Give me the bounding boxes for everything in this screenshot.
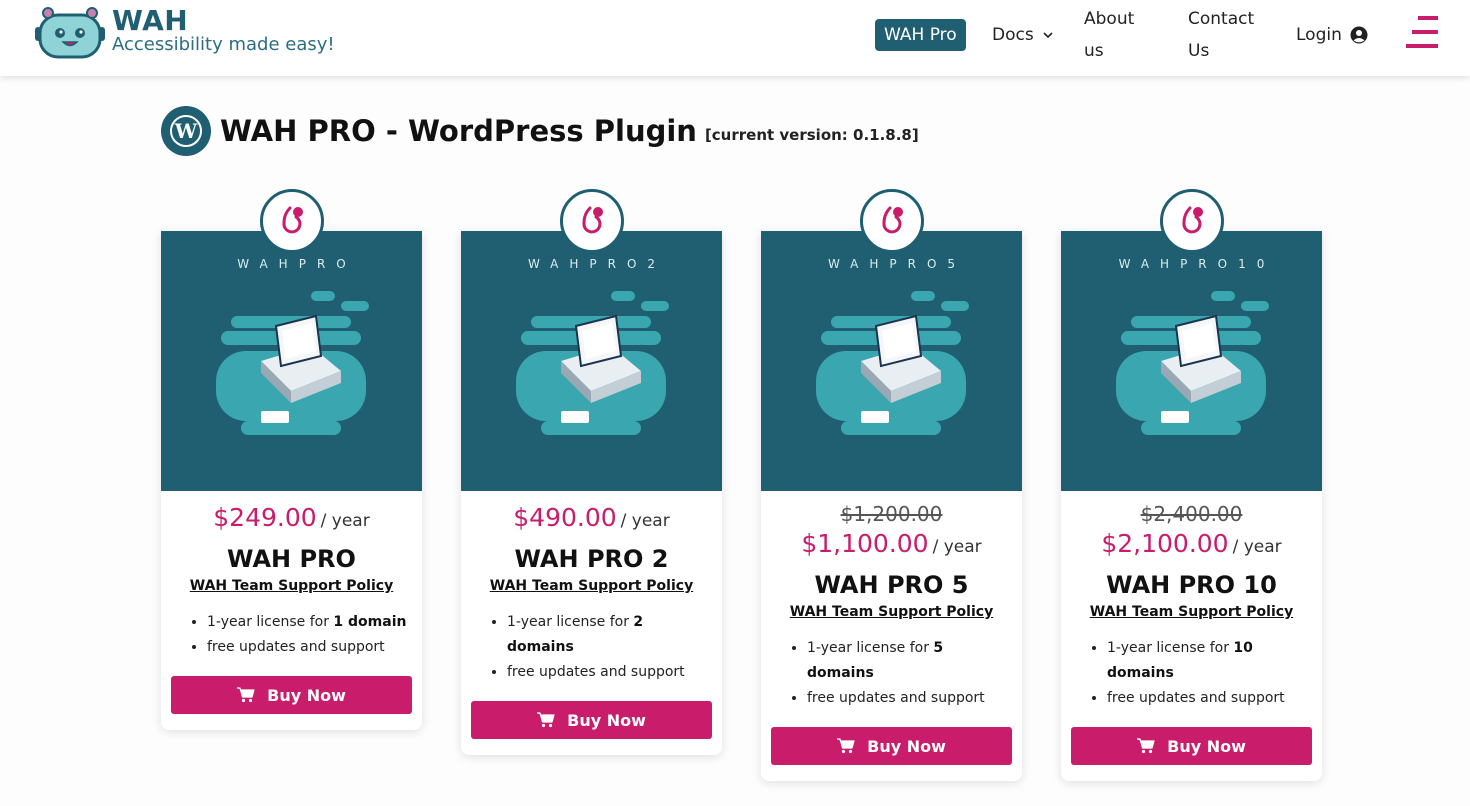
feature-list: 1-year license for 5 domains free update… [797, 636, 1012, 711]
feature-license: 1-year license for 10 domains [1107, 636, 1312, 686]
card-body: $249.00/ year WAH PRO WAH Team Support P… [161, 491, 422, 730]
pricing-card-4: WAHPRO10 $2,400.00 $2,100.00/ year WAH P… [1061, 189, 1322, 781]
pricing-card-2: WAHPRO2 $490.00/ year WAH PRO 2 WAH Team… [461, 189, 722, 755]
svg-text:W: W [174, 119, 198, 143]
card-body: $1,200.00 $1,100.00/ year WAH PRO 5 WAH … [761, 491, 1022, 781]
feature-updates-text: free updates and support [507, 664, 685, 680]
plan-badge-icon [860, 189, 924, 253]
page-title: W WAH PRO - WordPress Plugin [current ve… [161, 106, 919, 156]
old-price: $1,200.00 [840, 502, 943, 526]
site-logo[interactable]: WAH Accessibility made easy! [34, 5, 335, 59]
plan-image-label: WAHPRO2 [527, 257, 667, 271]
nav-login-label: Login [1296, 25, 1342, 45]
feature-updates: free updates and support [807, 686, 1012, 711]
old-price: $2,400.00 [1140, 502, 1243, 526]
feature-updates-text: free updates and support [1107, 690, 1285, 706]
plan-badge-icon [260, 189, 324, 253]
plan-image: WAHPRO2 [461, 231, 722, 491]
price-period: / year [620, 511, 670, 531]
nav-docs-label: Docs [992, 25, 1034, 45]
nav-docs[interactable]: Docs [992, 19, 1053, 51]
feature-license-prefix: 1-year license for [507, 614, 634, 630]
price: $2,100.00 [1101, 529, 1229, 558]
feature-license: 1-year license for 2 domains [507, 610, 712, 660]
cart-icon [1137, 738, 1155, 754]
cart-icon [237, 687, 255, 703]
nav-wah-pro[interactable]: WAH Pro [875, 19, 966, 51]
product-name: WAH PRO [227, 545, 356, 573]
feature-updates: free updates and support [1107, 686, 1312, 711]
robot-mascot-icon [35, 7, 105, 59]
plan-badge-icon [1160, 189, 1224, 253]
buy-now-label: Buy Now [867, 736, 946, 756]
price-row: $490.00/ year [471, 501, 712, 538]
buy-now-label: Buy Now [267, 685, 346, 705]
product-name: WAH PRO 2 [514, 545, 669, 573]
feature-updates: free updates and support [207, 635, 412, 660]
price-period: / year [320, 511, 370, 531]
support-policy-link[interactable]: WAH Team Support Policy [190, 578, 393, 594]
feature-list: 1-year license for 1 domain free updates… [197, 610, 412, 660]
price: $1,100.00 [801, 529, 929, 558]
feature-license: 1-year license for 1 domain [207, 610, 412, 635]
cart-icon [837, 738, 855, 754]
feature-list: 1-year license for 10 domains free updat… [1097, 636, 1312, 711]
user-circle-icon [1350, 26, 1368, 44]
feature-updates-text: free updates and support [807, 690, 985, 706]
nav-login[interactable]: Login [1296, 19, 1368, 51]
price-row: $249.00/ year [171, 501, 412, 538]
plan-image: WAHPRO10 [1061, 231, 1322, 491]
feature-list: 1-year license for 2 domains free update… [497, 610, 712, 685]
main-nav: WAH Pro Docs About us Contact Us Login [875, 9, 1368, 61]
buy-now-label: Buy Now [1167, 736, 1246, 756]
plan-badge-icon [560, 189, 624, 253]
pricing-card-3: WAHPRO5 $1,200.00 $1,100.00/ year WAH PR… [761, 189, 1022, 781]
support-policy-link[interactable]: WAH Team Support Policy [1090, 604, 1293, 620]
site-header: WAH Accessibility made easy! WAH Pro Doc… [0, 0, 1470, 76]
buy-now-button[interactable]: Buy Now [471, 701, 712, 739]
support-policy-link[interactable]: WAH Team Support Policy [490, 578, 693, 594]
page-title-text: WAH PRO - WordPress Plugin [220, 114, 697, 148]
wordpress-icon: W [161, 106, 211, 156]
plan-image-label: WAHPRO5 [827, 257, 967, 271]
feature-license-prefix: 1-year license for [807, 640, 934, 656]
price-row: $1,100.00/ year [771, 527, 1012, 564]
card-body: $490.00/ year WAH PRO 2 WAH Team Support… [461, 491, 722, 755]
buy-now-button[interactable]: Buy Now [771, 727, 1012, 765]
price-period: / year [1232, 537, 1282, 557]
feature-license-prefix: 1-year license for [207, 614, 334, 630]
plan-image: WAHPRO [161, 231, 422, 491]
cart-icon [537, 712, 555, 728]
plan-image-label: WAHPRO10 [1118, 257, 1276, 271]
feature-license-prefix: 1-year license for [1107, 640, 1234, 656]
feature-updates-text: free updates and support [207, 639, 385, 655]
feature-license-domains: 1 domain [333, 614, 407, 630]
logo-subtitle: Accessibility made easy! [112, 34, 335, 55]
feature-license: 1-year license for 5 domains [807, 636, 1012, 686]
current-version: [current version: 0.1.8.8] [704, 126, 919, 144]
price-period: / year [932, 537, 982, 557]
price-row: $2,100.00/ year [1071, 527, 1312, 564]
buy-now-label: Buy Now [567, 710, 646, 730]
price: $249.00 [213, 503, 317, 532]
plan-image: WAHPRO5 [761, 231, 1022, 491]
price: $490.00 [513, 503, 617, 532]
chevron-down-icon [1043, 32, 1053, 39]
logo-title: WAH [112, 4, 189, 37]
nav-about-us[interactable]: About us [1084, 3, 1134, 67]
nav-contact-us[interactable]: Contact Us [1188, 3, 1254, 67]
buy-now-button[interactable]: Buy Now [1071, 727, 1312, 765]
product-name: WAH PRO 10 [1106, 571, 1277, 599]
menu-hamburger-icon[interactable] [1406, 16, 1438, 48]
pricing-card-1: WAHPRO $249.00/ year WAH PRO WAH Team Su… [161, 189, 422, 730]
plan-image-label: WAHPRO [237, 257, 357, 271]
support-policy-link[interactable]: WAH Team Support Policy [790, 604, 993, 620]
feature-updates: free updates and support [507, 660, 712, 685]
card-body: $2,400.00 $2,100.00/ year WAH PRO 10 WAH… [1061, 491, 1322, 781]
product-name: WAH PRO 5 [814, 571, 969, 599]
buy-now-button[interactable]: Buy Now [171, 676, 412, 714]
